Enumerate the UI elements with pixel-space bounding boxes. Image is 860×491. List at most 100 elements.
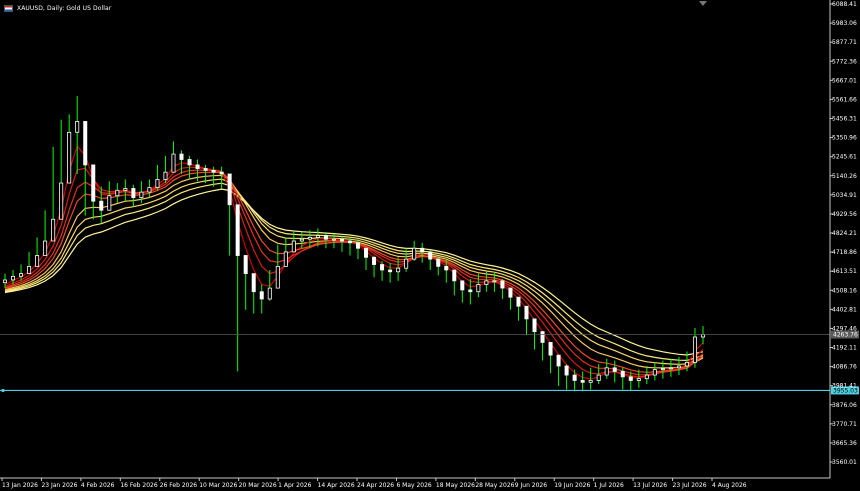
candle-body[interactable]	[315, 235, 320, 238]
candle-body[interactable]	[412, 247, 417, 260]
candle-body[interactable]	[540, 331, 545, 343]
candle-body[interactable]	[612, 367, 617, 372]
price-tick-label: 3876.06	[832, 402, 857, 409]
candle-body[interactable]	[323, 235, 328, 240]
candle-body[interactable]	[372, 256, 377, 265]
candle-body[interactable]	[676, 365, 681, 369]
candle-body[interactable]	[596, 374, 601, 381]
candle-body[interactable]	[275, 265, 280, 289]
candle-body[interactable]	[299, 238, 304, 242]
price-tick-label: 5456.31	[832, 116, 857, 123]
candle-body[interactable]	[644, 374, 649, 380]
price-tick-label: 4402.81	[832, 306, 857, 313]
candle-body[interactable]	[484, 280, 489, 285]
candle-body[interactable]	[243, 255, 248, 275]
candle-body[interactable]	[652, 369, 657, 376]
candle-body[interactable]	[291, 240, 296, 253]
candle-body[interactable]	[500, 280, 505, 289]
candle-body[interactable]	[75, 121, 80, 133]
candle-body[interactable]	[524, 305, 529, 320]
candle-body[interactable]	[35, 255, 40, 267]
candle-body[interactable]	[211, 169, 216, 173]
price-chart[interactable]: 4263.763955.03 6088.415983.065877.715772…	[0, 0, 860, 491]
candle-body[interactable]	[428, 251, 433, 260]
price-tick-label: 5772.36	[832, 58, 857, 65]
candle-body[interactable]	[219, 171, 224, 175]
time-tick-label: 14 Apr 2026	[318, 482, 355, 489]
candle-body[interactable]	[123, 188, 128, 191]
candle-body[interactable]	[356, 242, 361, 249]
candle-body[interactable]	[107, 195, 112, 211]
candle-body[interactable]	[468, 289, 473, 293]
time-tick-label: 20 Mar 2026	[239, 482, 277, 489]
candle-body[interactable]	[147, 187, 152, 193]
candle-body[interactable]	[99, 200, 104, 211]
candle-body[interactable]	[179, 153, 184, 160]
candle-body[interactable]	[139, 191, 144, 198]
candle-body[interactable]	[115, 189, 120, 197]
candle-body[interactable]	[91, 164, 96, 202]
candle-body[interactable]	[59, 182, 64, 220]
candle-body[interactable]	[51, 218, 56, 242]
candle-body[interactable]	[548, 342, 553, 356]
candle-body[interactable]	[3, 279, 8, 284]
candle-body[interactable]	[83, 121, 88, 166]
current-price-label: 4263.76	[833, 332, 858, 339]
candle-body[interactable]	[588, 380, 593, 383]
candle-body[interactable]	[347, 240, 352, 244]
chart-shift-arrow-icon[interactable]	[699, 1, 707, 6]
candle-body[interactable]	[508, 287, 513, 298]
candle-body[interactable]	[251, 273, 256, 293]
candle-body[interactable]	[187, 159, 192, 166]
candle-body[interactable]	[564, 365, 569, 376]
candle-body[interactable]	[380, 264, 385, 271]
candle-body[interactable]	[660, 368, 665, 371]
candle-body[interactable]	[476, 284, 481, 293]
candle-body[interactable]	[331, 238, 336, 241]
candle-body[interactable]	[388, 269, 393, 273]
candle-body[interactable]	[235, 204, 240, 256]
candle-body[interactable]	[155, 179, 160, 188]
candle-body[interactable]	[203, 168, 208, 171]
candle-body[interactable]	[11, 275, 16, 281]
candle-body[interactable]	[444, 265, 449, 271]
price-tick-label: 5245.61	[832, 154, 857, 161]
candle-body[interactable]	[27, 265, 32, 275]
price-tick-label: 5561.66	[832, 96, 857, 103]
candle-body[interactable]	[492, 280, 497, 283]
candle-body[interactable]	[163, 171, 168, 180]
candle-body[interactable]	[43, 240, 48, 256]
candle-body[interactable]	[420, 247, 425, 253]
candle-body[interactable]	[620, 371, 625, 378]
candle-body[interactable]	[436, 258, 441, 267]
candle-body[interactable]	[267, 287, 272, 300]
candle-body[interactable]	[195, 164, 200, 169]
price-tick-label: 5983.06	[832, 20, 857, 27]
candle-body[interactable]	[572, 374, 577, 381]
candle-body[interactable]	[516, 296, 521, 307]
candle-body[interactable]	[67, 131, 72, 184]
candle-body[interactable]	[684, 361, 689, 367]
candle-body[interactable]	[227, 173, 232, 206]
candle-body[interactable]	[460, 280, 465, 291]
candle-body[interactable]	[452, 269, 457, 282]
support-line-handle[interactable]	[1, 388, 5, 393]
candle-body[interactable]	[580, 380, 585, 383]
candle-body[interactable]	[131, 188, 136, 198]
candle-body[interactable]	[307, 236, 312, 240]
candle-body[interactable]	[283, 251, 288, 267]
candle-body[interactable]	[19, 273, 24, 277]
candle-body[interactable]	[692, 336, 697, 363]
candle-body[interactable]	[404, 258, 409, 269]
candle-body[interactable]	[604, 367, 609, 376]
candle-body[interactable]	[364, 247, 369, 258]
candle-body[interactable]	[628, 376, 633, 381]
candle-body[interactable]	[668, 367, 673, 370]
candle-body[interactable]	[532, 318, 537, 332]
candle-body[interactable]	[556, 354, 561, 367]
candle-body[interactable]	[171, 153, 176, 173]
candle-body[interactable]	[396, 267, 401, 273]
candle-body[interactable]	[259, 291, 264, 300]
candle-body[interactable]	[636, 378, 641, 381]
candle-body[interactable]	[339, 238, 344, 242]
